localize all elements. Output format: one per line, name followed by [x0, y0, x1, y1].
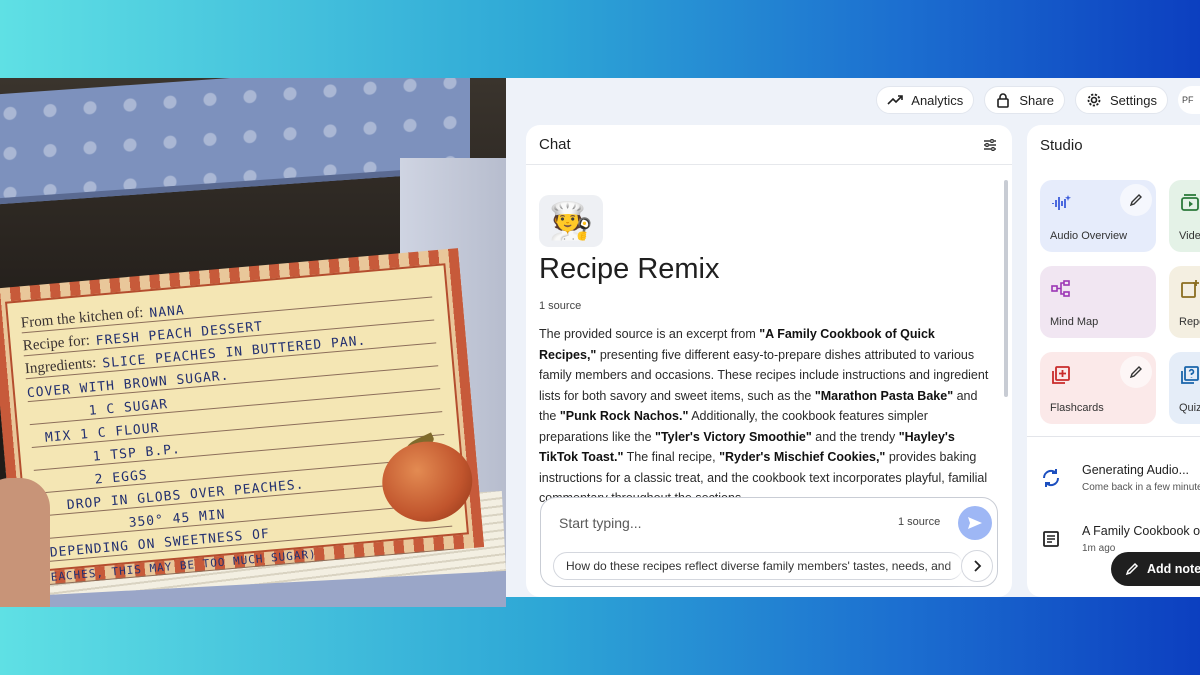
settings-button[interactable]: Settings [1075, 86, 1168, 114]
tile-label: Video [1179, 230, 1200, 242]
top-bar: Analytics Share Settings PF [506, 82, 1200, 118]
add-note-label: Add note [1147, 562, 1200, 576]
recipe-card-photo: From the kitchen of: NANA Recipe for: FR… [0, 78, 506, 607]
summary-recipe-title: "Punk Rock Nachos." [559, 409, 689, 423]
avatar[interactable]: PF [1178, 86, 1200, 114]
gear-icon [1087, 93, 1101, 107]
sync-icon [1042, 469, 1060, 487]
source-summary: The provided source is an excerpt from "… [539, 324, 991, 509]
lock-icon [997, 93, 1010, 108]
flashcards-icon [1052, 366, 1070, 384]
tile-flashcards[interactable]: Flashcards [1040, 352, 1156, 424]
chat-composer: 1 source How do these recipes reflect di… [540, 497, 998, 587]
tile-label: Flashcards [1050, 402, 1104, 414]
tile-reports[interactable]: Reports [1169, 266, 1200, 338]
analytics-label: Analytics [911, 92, 964, 108]
chevron-right-icon [974, 560, 982, 572]
audio-waveform-icon [1052, 195, 1071, 210]
summary-recipe-title: "Tyler's Victory Smoothie" [655, 429, 812, 444]
composer-source-count: 1 source [898, 516, 941, 528]
summary-recipe-title: "Marathon Pasta Bake" [814, 388, 954, 403]
note-subtitle: Come back in a few minutes [1082, 482, 1200, 493]
tile-mind-map[interactable]: Mind Map [1040, 266, 1156, 338]
next-suggestion-button[interactable] [961, 550, 993, 582]
add-note-button[interactable]: Add note [1111, 552, 1200, 586]
studio-divider [1027, 436, 1200, 437]
tile-audio-overview[interactable]: Audio Overview [1040, 180, 1156, 252]
studio-panel: Studio Audio Overview Video Mind Map Rep… [1027, 125, 1200, 597]
mind-map-icon [1051, 280, 1070, 297]
card-from-value: NANA [148, 303, 186, 322]
pencil-icon [1125, 562, 1139, 576]
analytics-button[interactable]: Analytics [876, 86, 975, 114]
pencil-icon [1129, 366, 1142, 379]
tune-settings-icon[interactable] [982, 137, 998, 153]
notebook-emoji: 🧑‍🍳 [539, 195, 603, 247]
summary-text: and the trendy [811, 429, 899, 444]
suggested-question[interactable]: How do these recipes reflect diverse fam… [553, 552, 963, 580]
tile-label: Reports [1179, 316, 1200, 328]
note-subtitle: 1m ago [1082, 543, 1116, 554]
share-button[interactable]: Share [984, 86, 1066, 114]
edit-flashcards-button[interactable] [1120, 356, 1152, 388]
notebook-source-count[interactable]: 1 source [539, 300, 1000, 312]
hand [0, 478, 50, 607]
summary-recipe-title: "Ryder's Mischief Cookies," [719, 450, 886, 464]
tile-label: Mind Map [1050, 316, 1099, 328]
summary-text: The final recipe, [623, 450, 720, 464]
chat-panel: Chat 🧑‍🍳 Recipe Remix 1 source The provi… [526, 125, 1012, 597]
quiz-icon [1181, 366, 1199, 384]
tile-label: Quiz [1179, 402, 1200, 414]
edit-audio-button[interactable] [1120, 184, 1152, 216]
summary-text: The provided source is an excerpt from [539, 327, 760, 341]
reports-icon [1181, 280, 1199, 298]
tile-label: Audio Overview [1050, 230, 1128, 242]
recipe-card: From the kitchen of: NANA Recipe for: FR… [0, 248, 485, 588]
trending-up-icon [887, 95, 904, 105]
tile-video[interactable]: Video [1169, 180, 1200, 252]
note-title: Generating Audio... [1082, 463, 1190, 477]
settings-label: Settings [1110, 92, 1157, 108]
chat-scrollbar[interactable] [1004, 180, 1008, 397]
chat-title: Chat [539, 136, 571, 153]
studio-title: Studio [1040, 136, 1083, 154]
notebook-title: Recipe Remix [539, 253, 720, 285]
pencil-icon [1129, 194, 1142, 207]
notebook-app: Analytics Share Settings PF Chat 🧑‍🍳 Rec… [506, 78, 1200, 597]
send-button[interactable] [958, 506, 992, 540]
recipe-card-paper: From the kitchen of: NANA Recipe for: FR… [4, 263, 470, 586]
chat-input[interactable] [559, 512, 859, 534]
chat-header: Chat [526, 125, 1012, 165]
note-title: A Family Cookbook of Quick Recipes [1082, 524, 1200, 538]
note-icon [1043, 531, 1059, 547]
tile-quiz[interactable]: Quiz [1169, 352, 1200, 424]
send-icon [968, 517, 982, 529]
video-icon [1181, 194, 1199, 211]
share-label: Share [1019, 92, 1055, 108]
